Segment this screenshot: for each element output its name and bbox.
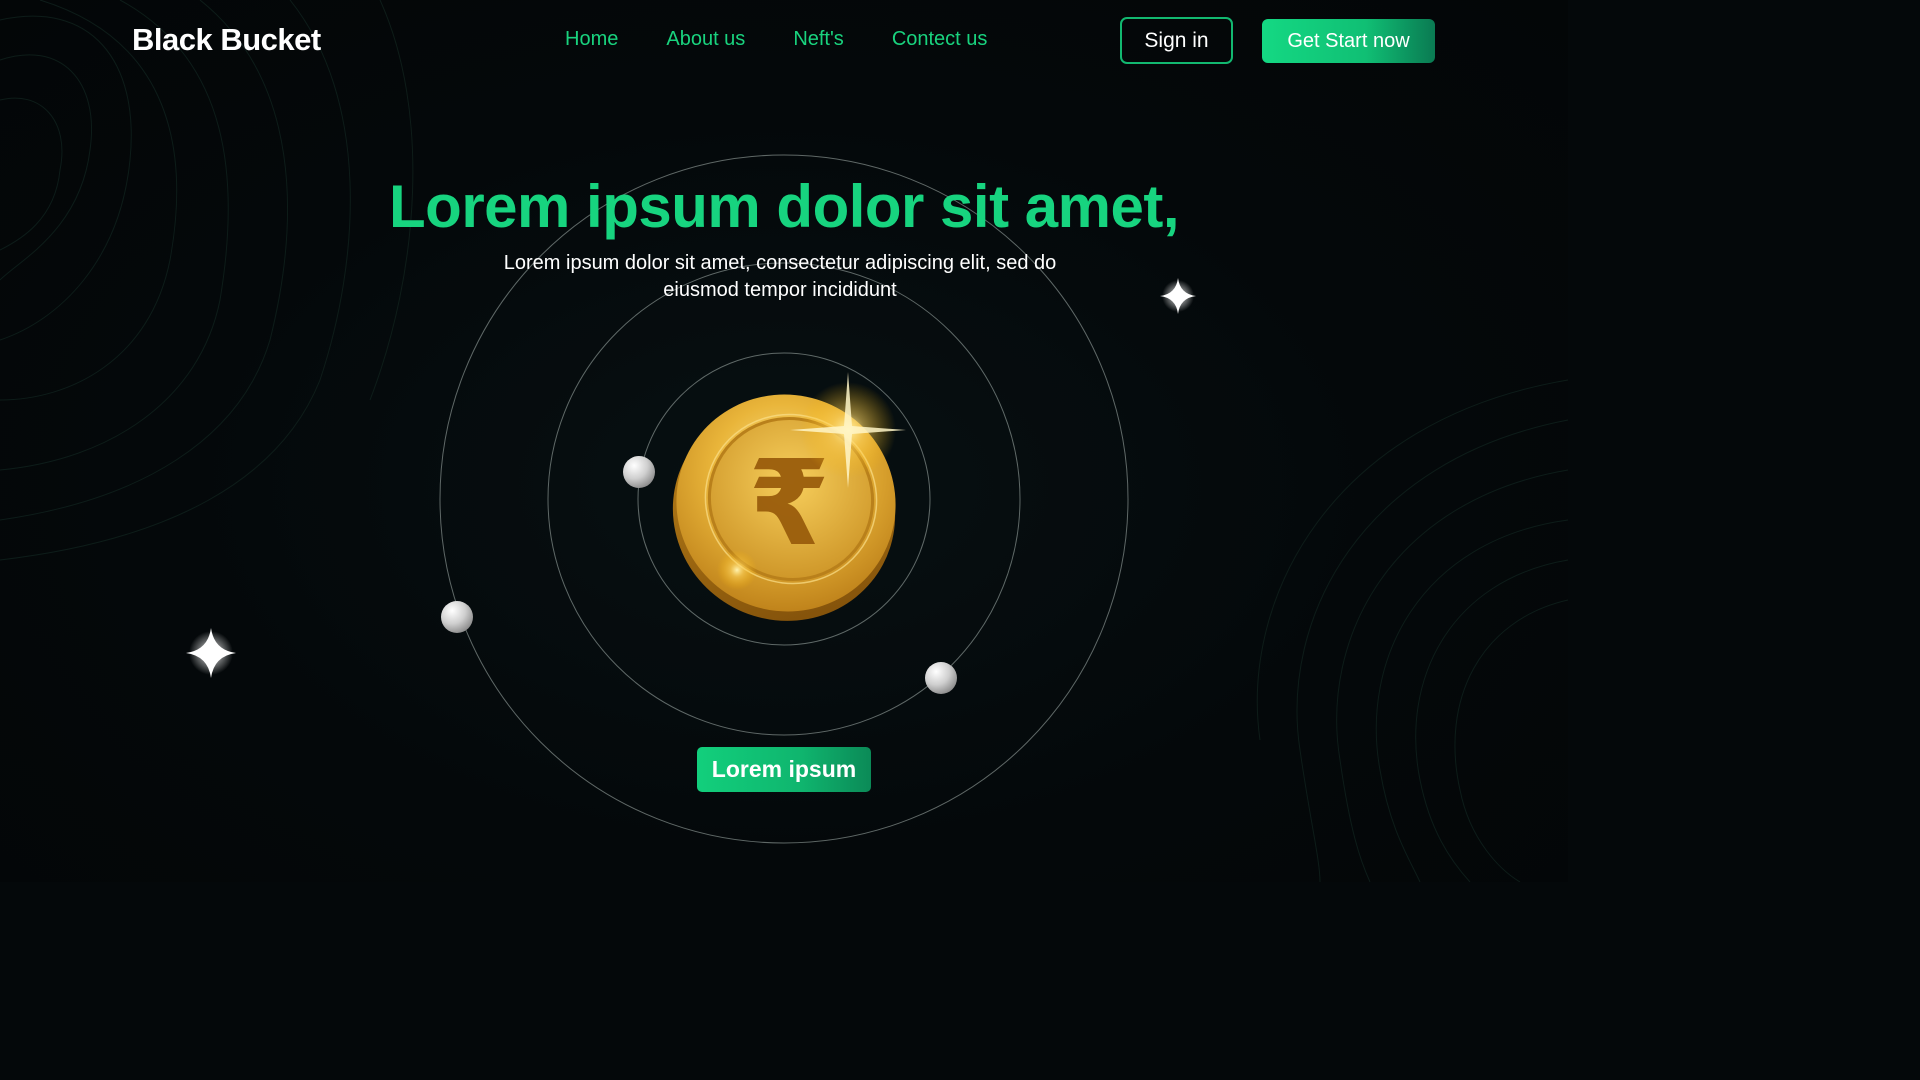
hero-subtitle: Lorem ipsum dolor sit amet, consectetur … [503, 252, 1057, 301]
sparkle-icon [1160, 278, 1196, 314]
landing-page: Black Bucket Home About us Neft's Contec… [0, 0, 1568, 882]
hero-title: Lorem ipsum dolor sit amet, [389, 173, 1179, 240]
sparkle-icon [186, 628, 236, 678]
rupee-coin-icon: ₹ [672, 372, 906, 621]
hero-cta-button[interactable]: Lorem ipsum [697, 747, 871, 792]
